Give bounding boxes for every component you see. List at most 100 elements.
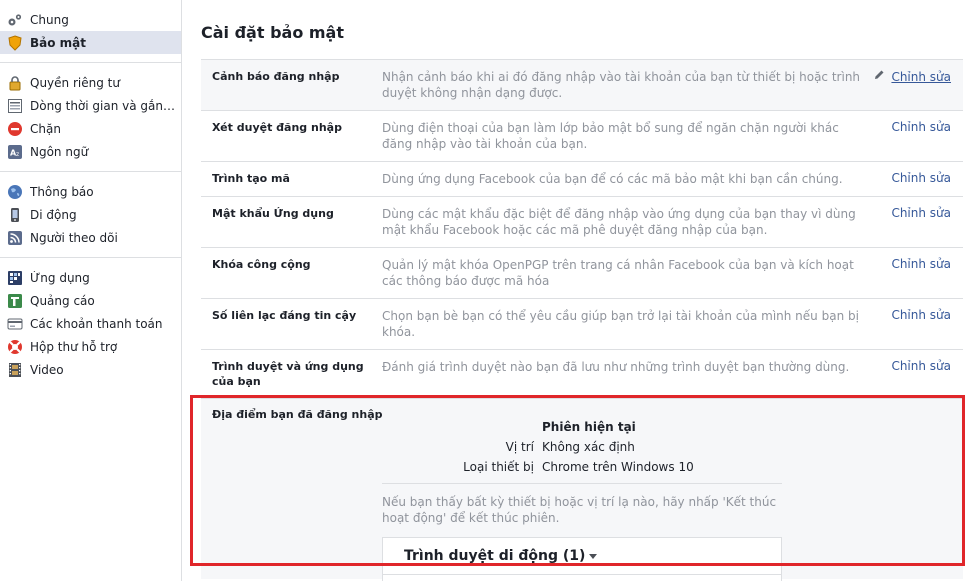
sidebar-item[interactable]: Di động	[0, 203, 181, 226]
page-title: Cài đặt bảo mật	[201, 0, 963, 60]
sidebar-item-label: Ứng dụng	[30, 270, 90, 285]
sidebar-group: Chung Bảo mật	[0, 0, 181, 63]
settings-sidebar: Chung Bảo mật Quyền riêng tư Dòng thời gian…	[0, 0, 182, 581]
lifebuoy-icon	[7, 339, 23, 355]
sidebar-group: Quyền riêng tư Dòng thời gian và gắn t...…	[0, 63, 181, 172]
login-locations-section: Địa điểm bạn đã đăng nhập Phiên hiện tại…	[201, 399, 963, 581]
mobile-browsers-label: Trình duyệt di động (1)	[404, 548, 586, 564]
lock-icon	[7, 75, 23, 91]
sidebar-item-label: Các khoản thanh toán	[30, 316, 163, 331]
edit-link[interactable]: Chỉnh sửa	[891, 206, 951, 220]
setting-description: Dùng điện thoại của bạn làm lớp bảo mật …	[382, 121, 839, 151]
sidebar-item-label: Bảo mật	[30, 35, 87, 50]
sidebar-item[interactable]: Quảng cáo	[0, 289, 181, 312]
pencil-icon	[873, 69, 891, 84]
sidebar-item[interactable]: Người theo dõi	[0, 226, 181, 249]
security-badge-icon	[7, 34, 23, 51]
setting-title: Trình tạo mã	[212, 172, 290, 185]
current-session: Phiên hiện tại Vị trí Không xác định Loạ…	[382, 417, 782, 477]
timeline-icon	[7, 98, 23, 114]
location-key: Vị trí	[505, 440, 534, 454]
edit-link[interactable]: Chỉnh sửa	[891, 171, 951, 185]
setting-title: Mật khẩu Ứng dụng	[212, 207, 334, 220]
edit-link-label: Chỉnh sửa	[891, 171, 951, 185]
setting-description: Đánh giá trình duyệt nào bạn đã lưu như …	[382, 360, 850, 374]
sidebar-item-label: Dòng thời gian và gắn t...	[30, 98, 175, 113]
settings-row: Trình tạo mã Dùng ứng dụng Facebook của b…	[201, 162, 963, 197]
rss-icon	[7, 230, 23, 246]
setting-description: Nhận cảnh báo khi ai đó đăng nhập vào tà…	[382, 70, 861, 100]
settings-rows: Cảnh báo đăng nhập Nhận cảnh báo khi ai đ…	[201, 60, 963, 399]
location-value: Không xác định	[542, 440, 635, 454]
current-session-label: Phiên hiện tại	[542, 420, 636, 434]
settings-row: Mật khẩu Ứng dụng Dùng các mật khẩu đặc b…	[201, 197, 963, 248]
sidebar-item[interactable]: Chặn	[0, 117, 181, 140]
sidebar-item-label: Ngôn ngữ	[30, 144, 89, 159]
device-value: Chrome trên Windows 10	[542, 460, 694, 474]
setting-title: Khóa công cộng	[212, 258, 311, 271]
sidebar-group: Ứng dụng Quảng cáo Các khoản thanh toán Hộp…	[0, 258, 181, 389]
device-key: Loại thiết bị	[463, 460, 534, 474]
settings-row: Trình duyệt và ứng dụng của bạn Đánh giá …	[201, 350, 963, 399]
sidebar-item[interactable]: Video	[0, 358, 181, 381]
ads-icon	[7, 293, 23, 309]
edit-link[interactable]: Chỉnh sửa	[891, 308, 951, 322]
sidebar-item-label: Hộp thư hỗ trợ	[30, 339, 118, 354]
sidebar-item[interactable]: Ứng dụng	[0, 266, 181, 289]
sidebar-item[interactable]: Quyền riêng tư	[0, 71, 181, 94]
edit-link-label: Chỉnh sửa	[891, 69, 951, 84]
gears-icon	[7, 12, 23, 28]
setting-description: Dùng ứng dụng Facebook của bạn để có các…	[382, 172, 843, 186]
security-settings-panel: Cài đặt bảo mật Cảnh báo đăng nhập Nhận c…	[201, 0, 963, 581]
edit-link-label: Chỉnh sửa	[891, 257, 951, 271]
edit-link[interactable]: Chỉnh sửa	[891, 257, 951, 271]
sidebar-item-label: Quảng cáo	[30, 293, 95, 308]
device-row: Loại thiết bị Chrome trên Windows 10	[382, 457, 782, 477]
mobile-icon	[7, 207, 23, 223]
chevron-down-icon	[589, 553, 598, 559]
edit-link-label: Chỉnh sửa	[891, 308, 951, 322]
mobile-browsers-box: Trình duyệt di động (1)	[382, 537, 782, 581]
sidebar-item-label: Người theo dõi	[30, 230, 118, 245]
mobile-browsers-toggle[interactable]: Trình duyệt di động (1)	[383, 538, 781, 564]
sidebar-item[interactable]: Chung	[0, 8, 181, 31]
divider	[383, 574, 781, 575]
sidebar-item[interactable]: Hộp thư hỗ trợ	[0, 335, 181, 358]
edit-link[interactable]: Chỉnh sửa	[873, 69, 951, 84]
sidebar-item-label: Chặn	[30, 121, 61, 136]
settings-row: Khóa công cộng Quản lý mật khóa OpenPGP t…	[201, 248, 963, 299]
divider	[382, 483, 782, 484]
globe-icon	[7, 184, 23, 200]
session-note: Nếu bạn thấy bất kỳ thiết bị hoặc vị trí…	[382, 495, 777, 525]
sidebar-item[interactable]: Thông báo	[0, 180, 181, 203]
setting-title: Cảnh báo đăng nhập	[212, 70, 340, 83]
sidebar-item[interactable]: Dòng thời gian và gắn t...	[0, 94, 181, 117]
sidebar-item-label: Quyền riêng tư	[30, 75, 120, 90]
sidebar-item-label: Thông báo	[30, 184, 94, 199]
sidebar-item-label: Di động	[30, 207, 77, 222]
svg-text:z: z	[16, 151, 19, 158]
edit-link[interactable]: Chỉnh sửa	[891, 120, 951, 134]
settings-row: Cảnh báo đăng nhập Nhận cảnh báo khi ai đ…	[201, 60, 963, 111]
sidebar-item[interactable]: Az Ngôn ngữ	[0, 140, 181, 163]
sidebar-group: Thông báo Di động Người theo dõi	[0, 172, 181, 258]
sidebar-item[interactable]: Bảo mật	[0, 31, 181, 54]
setting-title: Số liên lạc đáng tin cậy	[212, 309, 357, 322]
setting-description: Quản lý mật khóa OpenPGP trên trang cá n…	[382, 258, 854, 288]
location-row: Vị trí Không xác định	[382, 437, 782, 457]
block-icon	[7, 121, 23, 137]
setting-description: Chọn bạn bè bạn có thể yêu cầu giúp bạn …	[382, 309, 859, 339]
edit-link-label: Chỉnh sửa	[891, 359, 951, 373]
sidebar-item-label: Video	[30, 362, 64, 377]
sidebar-item-label: Chung	[30, 12, 69, 27]
settings-row: Xét duyệt đăng nhập Dùng điện thoại của b…	[201, 111, 963, 162]
settings-row: Số liên lạc đáng tin cậy Chọn bạn bè bạn …	[201, 299, 963, 350]
film-icon	[7, 362, 23, 378]
edit-link-label: Chỉnh sửa	[891, 120, 951, 134]
apps-icon	[7, 270, 23, 286]
setting-title: Trình duyệt và ứng dụng của bạn	[212, 360, 364, 388]
payment-card-icon	[7, 316, 23, 332]
edit-link[interactable]: Chỉnh sửa	[891, 359, 951, 373]
language-icon: Az	[7, 144, 23, 160]
sidebar-item[interactable]: Các khoản thanh toán	[0, 312, 181, 335]
